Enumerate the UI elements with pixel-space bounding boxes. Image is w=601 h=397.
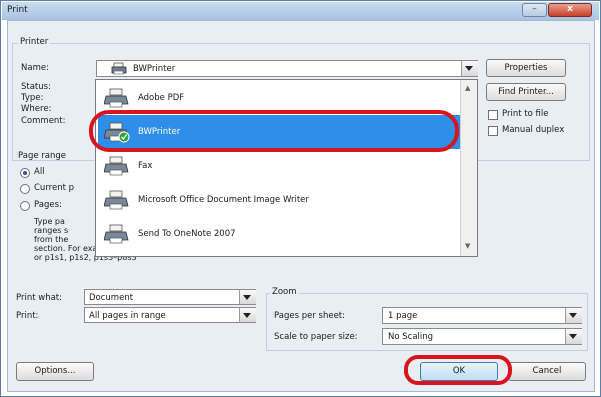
options-button[interactable]: Options...	[16, 362, 94, 381]
current-page-radio[interactable]	[20, 184, 30, 194]
close-button[interactable]: x	[548, 3, 592, 17]
print-what-value: Document	[89, 293, 134, 303]
minimize-icon: –	[532, 4, 537, 14]
printer-dropdown-list: Adobe PDF BWPrinter Fax Microsoft Office…	[95, 79, 478, 257]
comment-label: Comment:	[21, 116, 66, 126]
list-item-label: Send To OneNote 2007	[138, 229, 236, 239]
list-item-send-to-onenote[interactable]: Send To OneNote 2007	[98, 217, 475, 251]
name-label: Name:	[21, 63, 49, 73]
options-label: Options...	[34, 366, 76, 376]
help-line-3: from the	[34, 235, 69, 244]
find-printer-button[interactable]: Find Printer...	[486, 83, 566, 101]
properties-button[interactable]: Properties	[486, 59, 566, 77]
scroll-up-icon[interactable]: ▲	[465, 84, 470, 92]
minimize-button[interactable]: –	[522, 3, 547, 17]
pages-per-sheet-label: Pages per sheet:	[274, 311, 346, 321]
scale-to-paper-label: Scale to paper size:	[274, 332, 358, 342]
print-dialog: Print – x Printer Name: Status: Type: Wh…	[0, 0, 601, 397]
all-pages-label: All	[34, 167, 45, 177]
fax-icon	[104, 156, 129, 176]
printer-name-value: BWPrinter	[133, 64, 176, 74]
pages-per-sheet-combo[interactable]: 1 page	[382, 307, 582, 324]
list-item-label: Fax	[138, 161, 153, 171]
properties-label: Properties	[504, 63, 548, 73]
printer-name-dropdown-button[interactable]	[461, 61, 478, 76]
find-printer-label: Find Printer...	[498, 87, 554, 97]
print-to-file-label: Print to file	[502, 109, 549, 119]
print-label: Print:	[16, 311, 39, 321]
print-what-combo[interactable]: Document	[84, 289, 256, 305]
printer-group-label: Printer	[18, 37, 51, 47]
printer-icon	[104, 88, 129, 108]
scale-to-paper-combo[interactable]: No Scaling	[382, 328, 582, 345]
print-to-file-checkbox[interactable]	[488, 110, 498, 120]
printer-icon	[111, 62, 127, 75]
printer-icon	[104, 190, 129, 210]
print-value: All pages in range	[89, 311, 166, 321]
manual-duplex-checkbox[interactable]	[488, 126, 498, 136]
cancel-label: Cancel	[532, 366, 562, 376]
printer-icon	[104, 224, 129, 244]
all-pages-radio[interactable]	[20, 168, 30, 178]
list-item-fax[interactable]: Fax	[98, 149, 475, 183]
title-bar: Print – x	[2, 2, 599, 20]
manual-duplex-label: Manual duplex	[502, 125, 565, 135]
help-line-1: Type pa	[34, 217, 65, 226]
page-range-label: Page range	[18, 151, 66, 161]
pages-per-sheet-dropdown-button[interactable]	[565, 308, 582, 323]
cancel-button[interactable]: Cancel	[508, 362, 586, 381]
dropdown-scrollbar[interactable]: ▲ ▼	[460, 80, 477, 256]
print-dropdown-button[interactable]	[239, 308, 256, 322]
list-item-ms-office-image-writer[interactable]: Microsoft Office Document Image Writer	[98, 183, 475, 217]
status-label: Status:	[21, 82, 51, 92]
print-what-dropdown-button[interactable]	[239, 290, 256, 304]
pages-label: Pages:	[34, 200, 62, 210]
where-label: Where:	[21, 104, 52, 114]
list-item-label: Adobe PDF	[138, 93, 185, 103]
annotation-ring-ok	[404, 355, 512, 385]
printer-name-combo[interactable]: BWPrinter	[96, 60, 478, 77]
pages-per-sheet-value: 1 page	[388, 311, 418, 321]
scale-to-paper-value: No Scaling	[388, 332, 434, 342]
list-item-label: Microsoft Office Document Image Writer	[138, 195, 309, 205]
current-page-label: Current p	[34, 183, 75, 193]
window-title: Print	[7, 5, 28, 15]
scroll-down-icon[interactable]: ▼	[465, 242, 470, 250]
annotation-ring-bwprinter	[89, 110, 459, 152]
help-line-2: ranges s	[34, 226, 69, 235]
print-what-label: Print what:	[16, 293, 62, 303]
scale-to-paper-dropdown-button[interactable]	[565, 329, 582, 344]
close-icon: x	[567, 4, 573, 14]
pages-radio[interactable]	[20, 201, 30, 211]
type-label: Type:	[21, 93, 44, 103]
zoom-group-label: Zoom	[270, 287, 299, 297]
print-combo[interactable]: All pages in range	[84, 307, 256, 323]
